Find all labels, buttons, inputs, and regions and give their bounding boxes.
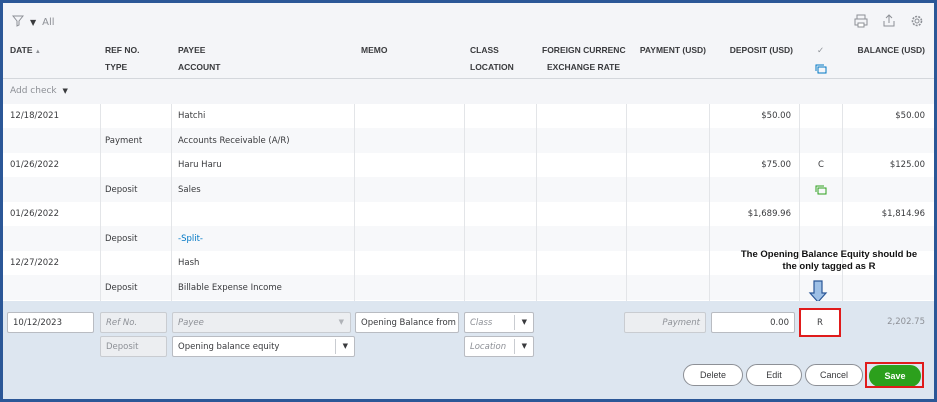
row-deposit: $75.00: [761, 160, 791, 170]
row-account: Billable Expense Income: [178, 283, 282, 293]
foreign-currency-header-label: FOREIGN CURRENC: [542, 45, 626, 55]
edit-button[interactable]: Edit: [746, 364, 802, 386]
row-balance: $125.00: [889, 160, 925, 170]
row-balance: $50.00: [895, 111, 925, 121]
register-frame: ▼ All DATE ▲ REF NO. TYPE PAYEE ACCOUNT: [0, 0, 937, 402]
add-check-label: Add check: [10, 86, 57, 96]
class-placeholder: Class: [470, 318, 493, 328]
caret-down-icon: ▼: [342, 342, 348, 350]
class-header-label: CLASS: [470, 45, 499, 55]
payment-input[interactable]: Payment: [624, 312, 706, 333]
row-payee: Hash: [178, 258, 200, 268]
split-link[interactable]: -Split-: [178, 234, 203, 244]
refno-input[interactable]: Ref No.: [100, 312, 167, 333]
row-type: Deposit: [105, 283, 138, 293]
column-divider: [464, 104, 465, 301]
edit-balance: 2,202.75: [887, 317, 925, 327]
row-account: Accounts Receivable (A/R): [178, 136, 290, 146]
attachment-icon[interactable]: [815, 185, 827, 198]
checkmark-icon: ✓: [817, 45, 825, 55]
export-icon[interactable]: [882, 14, 896, 31]
sort-ascending-icon: ▲: [34, 49, 41, 55]
column-header-row: DATE ▲ REF NO. TYPE PAYEE ACCOUNT MEMO C…: [3, 39, 934, 79]
class-location-column-header[interactable]: CLASS LOCATION: [470, 39, 535, 79]
cancel-button[interactable]: Cancel: [805, 364, 863, 386]
account-value: Opening balance equity: [178, 342, 280, 352]
row-date: 12/18/2021: [10, 111, 59, 121]
register-toolbar: ▼ All: [3, 3, 934, 39]
balance-column-header[interactable]: BALANCE (USD): [845, 39, 925, 79]
refno-header-label: REF NO.: [105, 45, 140, 55]
type-field: Deposit: [100, 336, 167, 357]
row-payee: Hatchi: [178, 111, 206, 121]
payee-input[interactable]: Payee ▼: [172, 312, 351, 333]
caret-down-icon: ▼: [521, 342, 527, 350]
filter-label: All: [42, 17, 55, 28]
account-header-label: ACCOUNT: [178, 62, 221, 72]
refno-type-column-header[interactable]: REF NO. TYPE: [105, 39, 171, 79]
row-account: Sales: [178, 185, 201, 195]
row-type: Deposit: [105, 185, 138, 195]
balance-header-label: BALANCE (USD): [857, 45, 925, 55]
filter-control[interactable]: ▼ All: [11, 15, 55, 30]
date-header-label: DATE: [10, 45, 33, 55]
class-select[interactable]: Class ▼: [464, 312, 534, 333]
date-column-header[interactable]: DATE ▲: [10, 39, 100, 79]
location-header-label: LOCATION: [470, 62, 514, 72]
memo-header-label: MEMO: [361, 45, 388, 55]
column-divider: [536, 104, 537, 301]
row-date: 01/26/2022: [10, 209, 59, 219]
add-check-dropdown[interactable]: Add check ▼: [3, 79, 934, 104]
column-divider: [709, 104, 710, 301]
reconcile-column-header[interactable]: ✓: [801, 39, 841, 79]
save-highlight-box: [865, 362, 924, 388]
location-select[interactable]: Location ▼: [464, 336, 534, 357]
attachment-icon: [815, 64, 827, 76]
edit-transaction-row: 10/12/2023 Ref No. Payee ▼ Opening Balan…: [3, 301, 934, 399]
delete-button[interactable]: Delete: [683, 364, 743, 386]
caret-down-icon[interactable]: ▼: [30, 18, 36, 27]
row-type: Payment: [105, 136, 143, 146]
caret-down-icon: ▼: [62, 87, 68, 95]
row-status[interactable]: C: [818, 160, 824, 170]
filter-funnel-icon[interactable]: [11, 15, 25, 30]
date-input[interactable]: 10/12/2023: [7, 312, 94, 333]
memo-input[interactable]: Opening Balance from: [355, 312, 459, 333]
row-deposit: $1,689.96: [747, 209, 791, 219]
foreign-currency-column-header[interactable]: FOREIGN CURRENC EXCHANGE RATE: [542, 39, 626, 79]
row-payee: Haru Haru: [178, 160, 222, 170]
column-divider: [100, 104, 101, 301]
print-icon[interactable]: [854, 14, 868, 31]
transaction-row[interactable]: 01/26/2022 $1,689.96 $1,814.96 Deposit -…: [3, 202, 934, 251]
column-divider: [626, 104, 627, 301]
payee-placeholder: Payee: [178, 318, 204, 328]
gear-icon[interactable]: [910, 14, 924, 31]
type-header-label: TYPE: [105, 62, 128, 72]
status-highlight-box: [799, 308, 841, 337]
row-type: Deposit: [105, 234, 138, 244]
row-balance: $1,814.96: [881, 209, 925, 219]
payee-account-column-header[interactable]: PAYEE ACCOUNT: [178, 39, 353, 79]
column-divider: [354, 104, 355, 301]
location-placeholder: Location: [470, 342, 507, 352]
exchange-rate-header-label: EXCHANGE RATE: [547, 62, 621, 72]
deposit-header-label: DEPOSIT (USD): [729, 45, 793, 55]
transaction-row[interactable]: 01/26/2022 Haru Haru $75.00 C $125.00 De…: [3, 153, 934, 202]
payment-header-label: PAYMENT (USD): [639, 45, 706, 55]
annotation-callout: The Opening Balance Equity should be the…: [740, 249, 918, 272]
row-date: 12/27/2022: [10, 258, 59, 268]
memo-column-header[interactable]: MEMO: [361, 39, 461, 79]
row-deposit: $50.00: [761, 111, 791, 121]
deposit-column-header[interactable]: DEPOSIT (USD): [711, 39, 793, 79]
row-date: 01/26/2022: [10, 160, 59, 170]
caret-down-icon: ▼: [338, 318, 344, 326]
account-select[interactable]: Opening balance equity ▼: [172, 336, 355, 357]
payee-header-label: PAYEE: [178, 45, 206, 55]
caret-down-icon: ▼: [521, 318, 527, 326]
column-divider: [171, 104, 172, 301]
payment-column-header[interactable]: PAYMENT (USD): [628, 39, 706, 79]
transaction-row[interactable]: 12/18/2021 Hatchi $50.00 $50.00 Payment …: [3, 104, 934, 153]
deposit-input[interactable]: 0.00: [711, 312, 795, 333]
